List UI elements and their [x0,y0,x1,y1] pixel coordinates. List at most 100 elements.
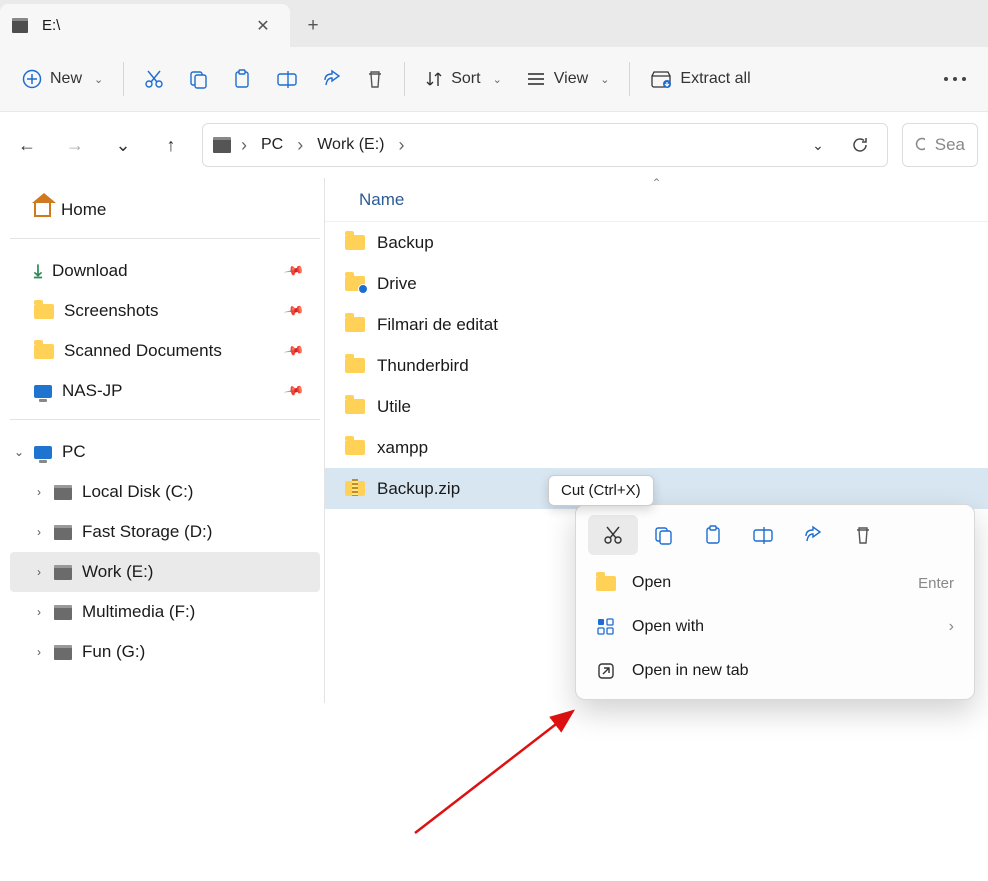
ctxt-open-with-label: Open with [632,618,704,636]
nav-item-label: Download [52,261,128,281]
drive-icon [54,645,72,660]
file-row[interactable]: Filmari de editat [325,304,988,345]
context-menu: Open Enter Open with › Open in new tab [575,504,975,700]
sort-button[interactable]: Sort ⌄ [413,57,514,101]
ctxt-open-new-tab[interactable]: Open in new tab [582,649,968,693]
refresh-button[interactable] [843,128,877,162]
file-name: Drive [377,274,417,294]
tab-active[interactable]: E:\ ✕ [0,4,290,47]
nav-quick-item[interactable]: Screenshots 📌 [10,291,320,331]
rename-button[interactable] [264,57,310,101]
file-row[interactable]: Thunderbird [325,345,988,386]
trash-icon [854,525,872,545]
chevron-down-icon: ⌄ [94,73,103,86]
context-action-row [582,515,968,561]
file-name: xampp [377,438,428,458]
separator [629,62,630,96]
pc-icon [34,446,52,459]
view-label: View [554,70,588,88]
crumb-sep-icon [295,135,305,156]
copy-icon [188,69,208,89]
ctxt-copy-button[interactable] [638,515,688,555]
extract-all-button[interactable]: Extract all [638,57,762,101]
copy-button[interactable] [176,57,220,101]
ctxt-open-with[interactable]: Open with › [582,605,968,649]
address-bar[interactable]: PC Work (E:) ⌄ [202,123,888,167]
folder-icon [345,440,365,455]
chevron-down-icon: ⌄ [600,73,609,86]
crumb-pc[interactable]: PC [257,132,287,158]
nav-quick-item[interactable]: NAS-JP 📌 [10,371,320,411]
nav-drive-item[interactable]: ›Local Disk (C:) [10,472,320,512]
toolbar: New ⌄ Sort ⌄ View ⌄ Extract all [0,47,988,112]
new-label: New [50,70,82,88]
tab-bar: E:\ ✕ + [0,0,988,47]
chevron-down-icon: ⌄ [493,73,502,86]
nav-home[interactable]: Home [10,190,320,230]
submenu-icon: › [949,618,954,636]
ctxt-open[interactable]: Open Enter [582,561,968,605]
new-button[interactable]: New ⌄ [10,57,115,101]
separator [404,62,405,96]
delete-button[interactable] [354,57,396,101]
nav-item-label: Fast Storage (D:) [82,522,212,542]
ctxt-delete-button[interactable] [838,515,888,555]
drive-icon [54,525,72,540]
expand-icon[interactable]: › [32,525,46,539]
expand-icon[interactable]: › [32,645,46,659]
drive-icon [213,137,231,153]
search-box[interactable]: Sea [902,123,978,167]
paste-button[interactable] [220,57,264,101]
expand-icon[interactable]: › [32,485,46,499]
close-tab-button[interactable]: ✕ [248,11,278,41]
nav-item-label: Screenshots [64,301,159,321]
ctxt-open-shortcut: Enter [918,575,954,592]
nav-pc[interactable]: ⌄ PC [10,432,320,472]
file-row[interactable]: Backup [325,222,988,263]
nav-quick-item[interactable]: Scanned Documents📌 [10,331,320,371]
pin-icon[interactable]: 📌 [283,380,305,402]
pin-icon[interactable]: 📌 [283,340,305,362]
nav-quick-item[interactable]: ⤓Download📌 [10,251,320,291]
pin-icon[interactable]: 📌 [283,260,305,282]
crumb-work[interactable]: Work (E:) [313,132,388,158]
column-header-name[interactable]: ⌃ Name [325,178,988,222]
extract-label: Extract all [680,70,750,88]
ctxt-share-button[interactable] [788,515,838,555]
nav-pc-label: PC [62,442,86,462]
file-name: Thunderbird [377,356,469,376]
trash-icon [366,69,384,89]
new-tab-button[interactable]: + [290,4,336,47]
file-row[interactable]: Drive [325,263,988,304]
file-row[interactable]: xampp [325,427,988,468]
expand-icon[interactable]: › [32,605,46,619]
nav-item-label: NAS-JP [62,381,122,401]
crumb-sep-icon [239,135,249,156]
back-button[interactable]: ← [10,128,44,162]
file-row[interactable]: Utile [325,386,988,427]
share-icon [803,525,823,545]
ctxt-cut-button[interactable] [588,515,638,555]
expand-icon[interactable]: › [32,565,46,579]
collapse-icon[interactable]: ⌄ [12,445,26,459]
cut-button[interactable] [132,57,176,101]
share-button[interactable] [310,57,354,101]
nav-drive-item[interactable]: ›Fun (G:) [10,632,320,672]
forward-button[interactable]: → [58,128,92,162]
drive-icon [12,18,28,33]
ctxt-paste-button[interactable] [688,515,738,555]
file-row[interactable]: Backup.zip [325,468,988,509]
address-history-button[interactable]: ⌄ [801,128,835,162]
ctxt-rename-button[interactable] [738,515,788,555]
nav-drive-item[interactable]: › Work (E:) [10,552,320,592]
pin-icon[interactable]: 📌 [283,300,305,322]
nav-drive-item[interactable]: ›Multimedia (F:) [10,592,320,632]
search-icon [915,137,925,154]
clipboard-icon [232,69,252,89]
nav-item-label: Work (E:) [82,562,153,582]
more-button[interactable] [932,57,978,101]
nav-drive-item[interactable]: › Fast Storage (D:) [10,512,320,552]
view-button[interactable]: View ⌄ [514,57,622,101]
up-button[interactable]: ↑ [154,128,188,162]
recent-button[interactable]: ⌄ [106,128,140,162]
